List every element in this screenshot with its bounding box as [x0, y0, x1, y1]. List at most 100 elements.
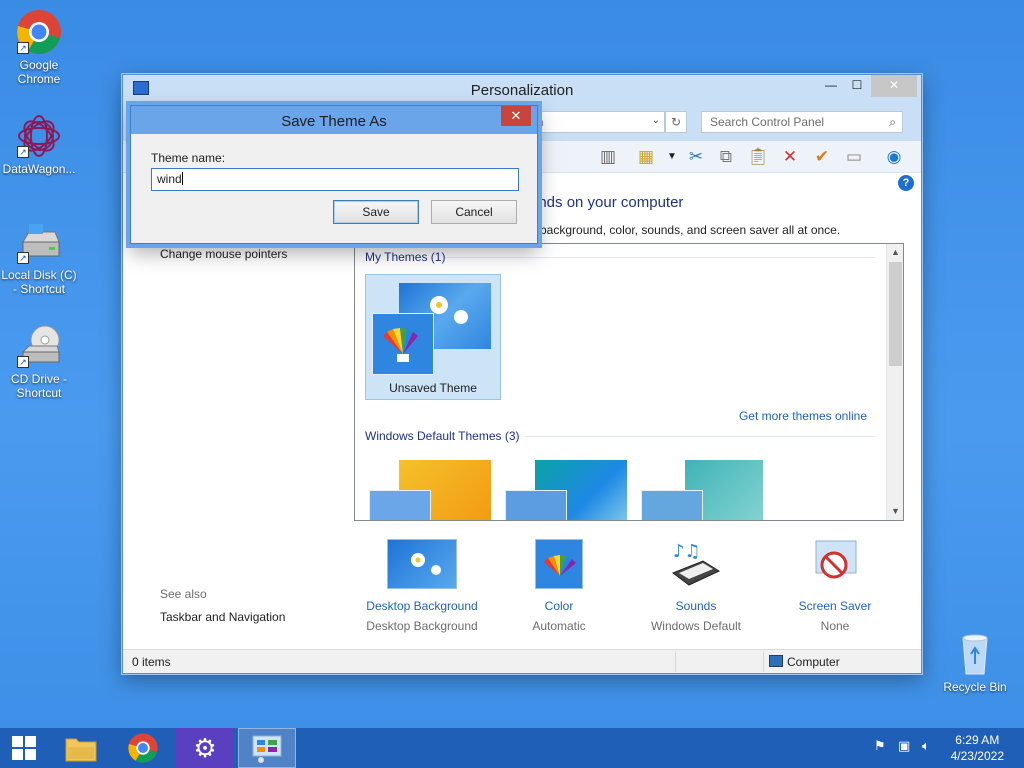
- chevron-down-icon[interactable]: ⌄: [652, 115, 660, 126]
- change-mouse-pointers-link[interactable]: Change mouse pointers: [160, 247, 287, 261]
- theme-tile-unsaved[interactable]: Unsaved Theme: [365, 274, 501, 400]
- network-icon[interactable]: ▣: [898, 738, 910, 754]
- close-button[interactable]: ✕: [871, 75, 917, 97]
- theme-name: Unsaved Theme: [389, 381, 477, 395]
- color-palette-icon: [372, 313, 434, 375]
- color-palette-icon: [641, 490, 703, 520]
- desktop-icon-chrome[interactable]: ↗ Google Chrome: [0, 8, 78, 86]
- cd-drive-icon: ↗: [15, 322, 63, 370]
- desktop-icon-cd-drive[interactable]: ↗ CD Drive - Shortcut: [0, 322, 78, 400]
- desktop-icon-label: Google Chrome: [17, 58, 61, 86]
- minimize-button[interactable]: —: [818, 75, 844, 97]
- setting-label[interactable]: Screen Saver: [775, 599, 895, 613]
- address-field[interactable]: on ⌄: [523, 111, 665, 133]
- recycle-bin-icon: [951, 630, 999, 678]
- desktop-icon-label: Local Disk (C) - Shortcut: [1, 268, 77, 296]
- taskbar-chrome[interactable]: [114, 728, 172, 768]
- search-icon: ⌕: [889, 115, 896, 129]
- screen-saver-setting[interactable]: Screen Saver None: [775, 539, 895, 633]
- cut-icon[interactable]: ✂: [685, 146, 707, 168]
- layout-icon[interactable]: ▥: [597, 146, 619, 168]
- desktop-background-setting[interactable]: Desktop Background Desktop Background: [362, 539, 482, 633]
- sounds-setting[interactable]: ♪♫ Sounds Windows Default: [636, 539, 756, 633]
- start-button[interactable]: [0, 728, 48, 768]
- properties-icon[interactable]: ▦: [635, 146, 657, 168]
- color-palette-icon: [369, 490, 431, 520]
- my-themes-title: My Themes (1): [365, 250, 446, 264]
- section-divider: [525, 436, 875, 437]
- setting-label[interactable]: Desktop Background: [362, 599, 482, 613]
- status-bar: 0 items Computer: [123, 649, 921, 673]
- setting-label[interactable]: Sounds: [636, 599, 756, 613]
- theme-tile-lines-colors[interactable]: [505, 460, 631, 520]
- get-more-themes-link[interactable]: Get more themes online: [739, 409, 867, 423]
- cancel-button[interactable]: Cancel: [431, 200, 517, 224]
- theme-name-value: wind: [157, 172, 182, 186]
- window-title: Personalization: [470, 82, 574, 99]
- setting-value: None: [820, 619, 850, 633]
- desktop-icon-label: Recycle Bin: [943, 680, 1007, 694]
- setting-value: Automatic: [532, 619, 586, 633]
- screen-saver-icon: [800, 539, 870, 589]
- maximize-button[interactable]: ☐: [844, 75, 870, 97]
- action-center-flag-icon[interactable]: ⚑: [874, 738, 886, 754]
- default-themes-title: Windows Default Themes (3): [365, 429, 520, 443]
- desktop-icon-local-disk[interactable]: ↗ Local Disk (C) - Shortcut: [0, 218, 78, 296]
- themes-list[interactable]: My Themes (1) Unsaved Theme Get more the…: [354, 243, 904, 521]
- dialog-body: Theme name: wind Save Cancel: [137, 134, 531, 237]
- status-divider: [763, 652, 764, 672]
- scroll-down-icon[interactable]: ▼: [887, 503, 903, 520]
- sounds-icon: ♪♫: [661, 539, 731, 589]
- theme-tile-windows[interactable]: [369, 460, 495, 520]
- copy-icon[interactable]: ⧉: [715, 146, 737, 168]
- title-bar[interactable]: Personalization — ☐ ✕: [123, 75, 921, 105]
- page-heading: unds on your computer: [530, 194, 684, 211]
- dialog-title-bar[interactable]: Save Theme As ✕: [131, 106, 537, 134]
- scroll-thumb[interactable]: [889, 262, 902, 366]
- section-divider: [445, 257, 875, 258]
- chevron-down-icon[interactable]: ▼: [661, 146, 683, 168]
- dialog-title: Save Theme As: [281, 113, 387, 130]
- help-icon[interactable]: ?: [898, 175, 914, 191]
- scrollbar[interactable]: ▲ ▼: [886, 244, 903, 520]
- status-divider: [675, 652, 676, 672]
- color-setting[interactable]: Color Automatic: [499, 539, 619, 633]
- taskbar-navigation-link[interactable]: Taskbar and Navigation: [160, 610, 285, 624]
- clock-time: 6:29 AM: [955, 733, 1000, 747]
- color-palette-icon: [505, 490, 567, 520]
- paste-icon[interactable]: 📋︎: [747, 146, 769, 168]
- delete-icon[interactable]: ✕: [779, 146, 801, 168]
- folder-icon: [65, 738, 97, 762]
- search-placeholder: Search Control Panel: [710, 115, 825, 129]
- datawagon-icon: ↗: [15, 112, 63, 160]
- globe-icon[interactable]: ◉: [883, 146, 905, 168]
- clock[interactable]: 6:29 AM 4/23/2022: [951, 732, 1004, 764]
- color-icon: [535, 539, 583, 589]
- svg-text:♪♫: ♪♫: [673, 541, 701, 562]
- setting-value: Desktop Background: [366, 619, 478, 633]
- volume-muted-icon[interactable]: 🔈︎: [922, 738, 930, 754]
- close-icon[interactable]: ✕: [501, 106, 531, 126]
- chrome-icon: ↗: [15, 8, 63, 56]
- clock-date: 4/23/2022: [950, 749, 1004, 763]
- search-input[interactable]: Search Control Panel ⌕: [701, 111, 903, 133]
- refresh-button[interactable]: ↻: [665, 111, 687, 133]
- taskbar-file-explorer[interactable]: [52, 728, 110, 768]
- scroll-up-icon[interactable]: ▲: [887, 244, 903, 261]
- taskbar-settings[interactable]: ⚙: [176, 728, 234, 768]
- save-button[interactable]: Save: [333, 200, 419, 224]
- desktop-icon-recycle-bin[interactable]: Recycle Bin: [936, 630, 1014, 694]
- rename-icon[interactable]: ▭: [843, 146, 865, 168]
- check-icon[interactable]: ✔: [811, 146, 833, 168]
- theme-name-input[interactable]: wind: [151, 168, 519, 191]
- control-panel-icon: [252, 735, 282, 763]
- taskbar-control-panel[interactable]: [238, 728, 296, 768]
- see-also-label: See also: [160, 587, 207, 601]
- desktop-icon-label: CD Drive - Shortcut: [11, 372, 67, 400]
- hard-drive-icon: ↗: [15, 218, 63, 266]
- setting-label[interactable]: Color: [499, 599, 619, 613]
- desktop-icon-datawagon[interactable]: ↗ DataWagon...: [0, 112, 78, 176]
- desktop-background-icon: [387, 539, 457, 589]
- theme-tile-flowers[interactable]: [641, 460, 767, 520]
- status-location: Computer: [787, 655, 840, 669]
